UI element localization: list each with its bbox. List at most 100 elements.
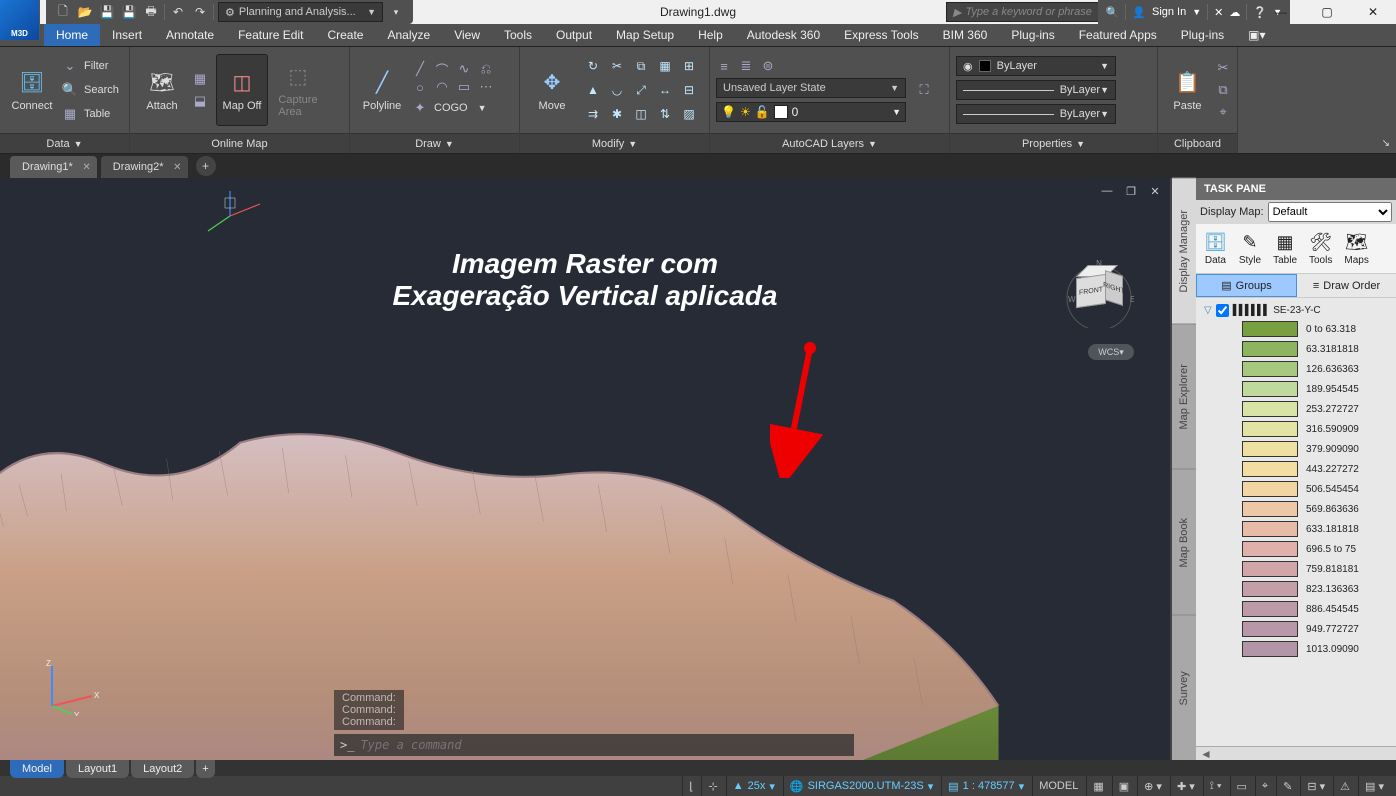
- properties-linetype-dropdown[interactable]: ByLayer▼: [956, 104, 1116, 124]
- viewport-restore-icon[interactable]: ❐: [1122, 184, 1140, 198]
- legend-item[interactable]: 823.136363: [1200, 579, 1392, 599]
- move-button[interactable]: ✥Move: [526, 54, 578, 126]
- minimize-button[interactable]: —: [1258, 0, 1304, 24]
- undo-icon[interactable]: ↶: [169, 3, 187, 21]
- status-tool-icon[interactable]: ⊕ ▾: [1137, 776, 1168, 796]
- fillet-icon[interactable]: ◡: [606, 79, 628, 101]
- legend-item[interactable]: 886.454545: [1200, 599, 1392, 619]
- ribbon-tab-plugins[interactable]: Plug-ins: [999, 24, 1066, 46]
- draw-order-mode-button[interactable]: ≡Draw Order: [1297, 274, 1396, 297]
- copy-icon[interactable]: ⧉: [1215, 82, 1231, 98]
- legend-item[interactable]: 189.954545: [1200, 379, 1392, 399]
- a360-icon[interactable]: ☁: [1229, 6, 1240, 19]
- mod-tool-icon[interactable]: ▨: [678, 103, 700, 125]
- panel-title-properties[interactable]: Properties▼↘: [950, 133, 1157, 153]
- panel-title-data[interactable]: Data▼: [0, 133, 129, 153]
- document-tab[interactable]: Drawing1*✕: [10, 156, 97, 178]
- draw-more-icon[interactable]: ⋯: [478, 79, 494, 95]
- legend-item[interactable]: 569.863636: [1200, 499, 1392, 519]
- close-icon[interactable]: ✕: [173, 162, 181, 173]
- status-space[interactable]: MODEL: [1032, 776, 1084, 796]
- layer-state-dropdown[interactable]: Unsaved Layer State▼: [716, 78, 906, 98]
- panel-title-modify[interactable]: Modify▼: [520, 133, 709, 153]
- mirror-icon[interactable]: ▲: [582, 79, 604, 101]
- status-warning-icon[interactable]: ⚠: [1333, 776, 1356, 796]
- rotate-icon[interactable]: ↻: [582, 55, 604, 77]
- exchange-icon[interactable]: ✕: [1214, 6, 1223, 19]
- panel-title-draw[interactable]: Draw▼: [350, 133, 519, 153]
- status-settings-icon[interactable]: ▤ ▾: [1358, 776, 1390, 796]
- rect-icon[interactable]: ▭: [456, 79, 472, 95]
- explode-icon[interactable]: ✱: [606, 103, 628, 125]
- status-tool-icon[interactable]: ⟟ ▾: [1203, 776, 1228, 796]
- match-icon[interactable]: ⌖: [1215, 104, 1231, 120]
- ribbon-tab-insert[interactable]: Insert: [100, 24, 154, 46]
- legend-item[interactable]: 443.227272: [1200, 459, 1392, 479]
- save-icon[interactable]: 💾: [98, 3, 116, 21]
- attach-button[interactable]: 🗺Attach: [136, 54, 188, 126]
- task-tool-tools[interactable]: 🛠Tools: [1309, 232, 1332, 266]
- layers-panel-icon[interactable]: ⛶: [916, 82, 932, 98]
- legend-item[interactable]: 506.545454: [1200, 479, 1392, 499]
- mod-tool-icon[interactable]: ⊟: [678, 79, 700, 101]
- status-tool-icon[interactable]: ⊟ ▾: [1300, 776, 1331, 796]
- layer-visible-checkbox[interactable]: [1216, 304, 1229, 317]
- layer-tool-icon[interactable]: ≣: [738, 58, 754, 74]
- status-tool-icon[interactable]: ▭: [1230, 776, 1253, 796]
- legend-item[interactable]: 759.818181: [1200, 559, 1392, 579]
- search-button[interactable]: 🔍Search: [62, 79, 119, 101]
- ribbon-tab-feature-edit[interactable]: Feature Edit: [226, 24, 315, 46]
- legend-item[interactable]: 0 to 63.318: [1200, 319, 1392, 339]
- status-tool-icon[interactable]: ✚ ▾: [1170, 776, 1201, 796]
- layout-tab-add[interactable]: +: [196, 760, 214, 778]
- close-button[interactable]: ✕: [1350, 0, 1396, 24]
- viewcube-front[interactable]: FRONT: [1076, 274, 1106, 308]
- legend-item[interactable]: 1013.09090: [1200, 639, 1392, 659]
- ribbon-tab-map-setup[interactable]: Map Setup: [604, 24, 686, 46]
- mod-tool-icon[interactable]: ◫: [630, 103, 652, 125]
- ribbon-tab-annotate[interactable]: Annotate: [154, 24, 226, 46]
- arc2-icon[interactable]: ◠: [434, 79, 450, 95]
- ribbon-tab-featured-apps[interactable]: Featured Apps: [1067, 24, 1169, 46]
- workspace-dropdown[interactable]: ⚙ Planning and Analysis... ▼: [218, 2, 383, 22]
- legend-item[interactable]: 253.272727: [1200, 399, 1392, 419]
- task-tool-style[interactable]: ✎Style: [1239, 232, 1261, 266]
- filter-button[interactable]: ⌄Filter: [62, 55, 119, 77]
- layout-tab-layout1[interactable]: Layout1: [66, 760, 129, 778]
- command-input[interactable]: [360, 738, 848, 752]
- ribbon-tab-plugins-2[interactable]: Plug-ins: [1169, 24, 1236, 46]
- command-line[interactable]: >_: [334, 734, 854, 756]
- properties-lineweight-dropdown[interactable]: ByLayer▼: [956, 80, 1116, 100]
- maximize-button[interactable]: ▢: [1304, 0, 1350, 24]
- scale-icon[interactable]: ⤢: [630, 79, 652, 101]
- layer-tool-icon[interactable]: ⊜: [760, 58, 776, 74]
- map-off-button[interactable]: ◫Map Off: [216, 54, 268, 126]
- display-map-select[interactable]: Default: [1268, 202, 1392, 222]
- ribbon-tab-analyze[interactable]: Analyze: [375, 24, 442, 46]
- help-search[interactable]: ▶ Type a keyword or phrase: [946, 2, 1116, 22]
- legend-item[interactable]: 316.590909: [1200, 419, 1392, 439]
- spline-icon[interactable]: ∿: [456, 61, 472, 77]
- legend-layer-root[interactable]: ▽ ▌▌▌▌▌▌ SE-23-Y-C: [1200, 302, 1392, 319]
- legend-item[interactable]: 63.3181818: [1200, 339, 1392, 359]
- status-tool-icon[interactable]: ▣: [1112, 776, 1135, 796]
- line-icon[interactable]: ╱: [412, 61, 428, 77]
- legend-item[interactable]: 379.909090: [1200, 439, 1392, 459]
- mod-tool-icon[interactable]: ⊞: [678, 55, 700, 77]
- status-grid-icon[interactable]: ⊹: [701, 776, 723, 796]
- vtab-survey[interactable]: Survey: [1172, 615, 1196, 761]
- redo-icon[interactable]: ↷: [191, 3, 209, 21]
- connect-button[interactable]: 🗄 Connect: [6, 54, 58, 126]
- task-tool-maps[interactable]: 🗺Maps: [1344, 232, 1368, 266]
- status-zoom[interactable]: ▲ 25x ▾: [726, 776, 781, 796]
- ribbon-tab-view[interactable]: View: [442, 24, 492, 46]
- layout-tab-layout2[interactable]: Layout2: [131, 760, 194, 778]
- status-tool-icon[interactable]: ⌖: [1255, 776, 1274, 796]
- vtab-map-explorer[interactable]: Map Explorer: [1172, 324, 1196, 470]
- qat-more-icon[interactable]: ▾: [387, 3, 405, 21]
- mod-tool-icon[interactable]: ⇅: [654, 103, 676, 125]
- draw-tool-icon[interactable]: ⎌: [478, 61, 494, 77]
- task-tool-data[interactable]: 🗄Data: [1204, 232, 1227, 266]
- polyline-button[interactable]: ╱Polyline: [356, 54, 408, 126]
- close-icon[interactable]: ✕: [82, 162, 90, 173]
